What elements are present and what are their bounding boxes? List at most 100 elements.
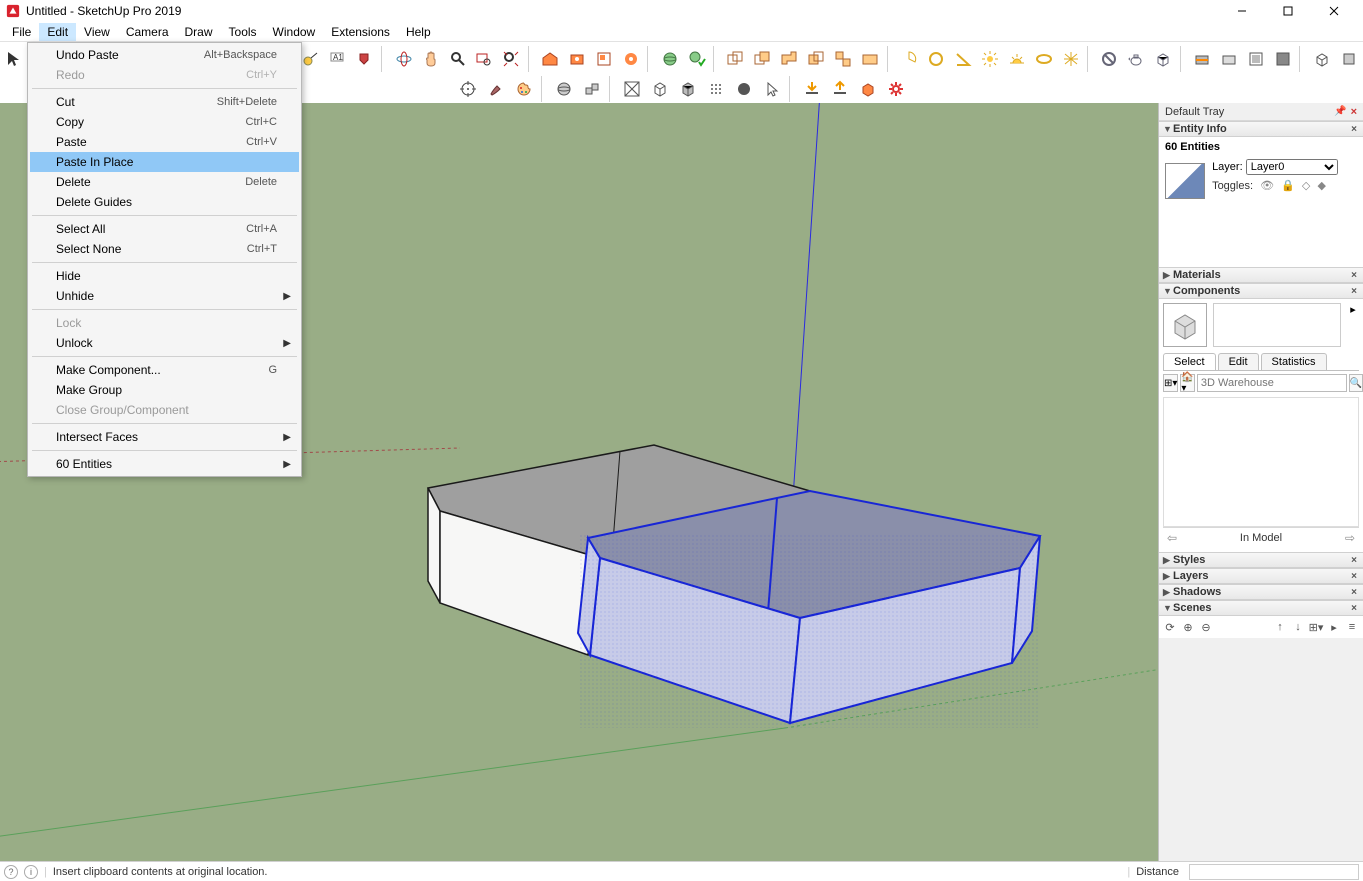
panel-scenes-header[interactable]: ▼ Scenes × [1159,600,1363,616]
visible-toggle-icon[interactable]: 👁 [1260,180,1274,192]
menu-draw[interactable]: Draw [177,23,221,41]
pie-arc-icon[interactable] [896,46,921,72]
rays-icon[interactable] [1058,46,1083,72]
solid-split-icon[interactable] [831,46,856,72]
panel-close-icon[interactable]: × [1349,555,1359,566]
geo-icon[interactable] [657,46,682,72]
cubes-icon[interactable] [579,76,605,102]
menu-select-none[interactable]: Select NoneCtrl+T [30,239,299,259]
menu-window[interactable]: Window [265,23,324,41]
circle-outline-icon[interactable] [923,46,948,72]
box-icon[interactable] [1151,46,1176,72]
tray-header[interactable]: Default Tray 📌 × [1159,103,1363,121]
pointer-icon[interactable] [759,76,785,102]
scene-refresh-icon[interactable]: ⟳ [1163,620,1177,634]
menu-paste-in-place[interactable]: Paste In Place [30,152,299,172]
info-icon[interactable]: i [24,865,38,879]
solid-trim-icon[interactable] [804,46,829,72]
cancel-icon[interactable] [1097,46,1122,72]
section-cut-icon[interactable] [1243,46,1268,72]
warehouse-icon[interactable] [538,46,563,72]
menu-entities[interactable]: 60 Entities▶ [30,454,299,474]
panel-close-icon[interactable]: × [1349,587,1359,598]
cube-solid-icon[interactable] [675,76,701,102]
component-list[interactable] [1163,397,1359,527]
zoom-extents-icon[interactable] [499,46,524,72]
pan-tool-icon[interactable] [418,46,443,72]
material-swatch[interactable] [1165,163,1205,199]
menu-make-component[interactable]: Make Component...G [30,360,299,380]
panel-styles-header[interactable]: ▶ Styles × [1159,552,1363,568]
gear-icon[interactable] [883,76,909,102]
dots-icon[interactable] [703,76,729,102]
scene-detail-icon[interactable]: ≡ [1345,620,1359,634]
menu-copy[interactable]: CopyCtrl+C [30,112,299,132]
close-button[interactable] [1311,0,1357,22]
scene-up-icon[interactable]: ↑ [1273,620,1287,634]
panel-close-icon[interactable]: × [1349,571,1359,582]
panel-materials-header[interactable]: ▶ Materials × [1159,267,1363,283]
solid-outer-icon[interactable] [858,46,883,72]
menu-select-all[interactable]: Select AllCtrl+A [30,219,299,239]
paint-tool-icon[interactable] [352,46,377,72]
menu-extensions[interactable]: Extensions [323,23,398,41]
panel-shadows-header[interactable]: ▶ Shadows × [1159,584,1363,600]
warehouse-search-input[interactable] [1197,374,1347,392]
geo-check-icon[interactable] [684,46,709,72]
menu-lock[interactable]: Lock [30,313,299,333]
menu-camera[interactable]: Camera [118,23,177,41]
section-icon[interactable] [1190,46,1215,72]
layer-select[interactable]: Layer0 [1246,159,1338,175]
menu-make-group[interactable]: Make Group [30,380,299,400]
menu-tools[interactable]: Tools [221,23,265,41]
help-icon[interactable]: ? [4,865,18,879]
sphere-dark-icon[interactable] [731,76,757,102]
solid-intersect-icon[interactable] [750,46,775,72]
menu-help[interactable]: Help [398,23,439,41]
sunrise-icon[interactable] [1004,46,1029,72]
extension-manager-icon[interactable] [619,46,644,72]
view-top-icon[interactable] [1336,46,1361,72]
shadow-toggle-icon[interactable]: ◇ [1302,180,1310,192]
menu-paste[interactable]: PasteCtrl+V [30,132,299,152]
maximize-button[interactable] [1265,0,1311,22]
cube-wire-icon[interactable] [647,76,673,102]
tab-select[interactable]: Select [1163,353,1216,370]
tape-tool-icon[interactable] [298,46,323,72]
tab-statistics[interactable]: Statistics [1261,353,1327,370]
angle-icon[interactable] [950,46,975,72]
menu-cut[interactable]: CutShift+Delete [30,92,299,112]
grid-diag-icon[interactable] [619,76,645,102]
sun-icon[interactable] [977,46,1002,72]
sphere-icon[interactable] [551,76,577,102]
minimize-button[interactable] [1219,0,1265,22]
zoom-tool-icon[interactable] [445,46,470,72]
warehouse-box-icon[interactable] [855,76,881,102]
menu-unlock[interactable]: Unlock▶ [30,333,299,353]
menu-undo[interactable]: Undo PasteAlt+Backspace [30,45,299,65]
palette-icon[interactable] [511,76,537,102]
section-fill-icon[interactable] [1270,46,1295,72]
scene-menu-icon[interactable]: ▸ [1327,620,1341,634]
menu-view[interactable]: View [76,23,118,41]
pin-icon[interactable]: 📌 [1334,106,1346,117]
text-tool-icon[interactable]: A1 [325,46,350,72]
nav-fwd-icon[interactable]: ⇨ [1345,531,1355,545]
layout-icon[interactable] [592,46,617,72]
solid-union-icon[interactable] [723,46,748,72]
menu-redo[interactable]: RedoCtrl+Y [30,65,299,85]
zoom-window-icon[interactable] [472,46,497,72]
panel-layers-header[interactable]: ▶ Layers × [1159,568,1363,584]
tab-edit[interactable]: Edit [1218,353,1259,370]
solid-subtract-icon[interactable] [777,46,802,72]
extension-warehouse-icon[interactable] [565,46,590,72]
home-icon[interactable]: 🏠▾ [1180,374,1194,392]
teapot-icon[interactable] [1124,46,1149,72]
tray-close-icon[interactable]: × [1351,106,1357,118]
select-tool-icon[interactable] [2,46,27,72]
scene-remove-icon[interactable]: ⊖ [1199,620,1213,634]
nav-back-icon[interactable]: ⇦ [1167,531,1177,545]
view-iso-icon[interactable] [1309,46,1334,72]
section-display-icon[interactable] [1217,46,1242,72]
receive-shadow-icon[interactable]: ◆ [1317,180,1325,192]
